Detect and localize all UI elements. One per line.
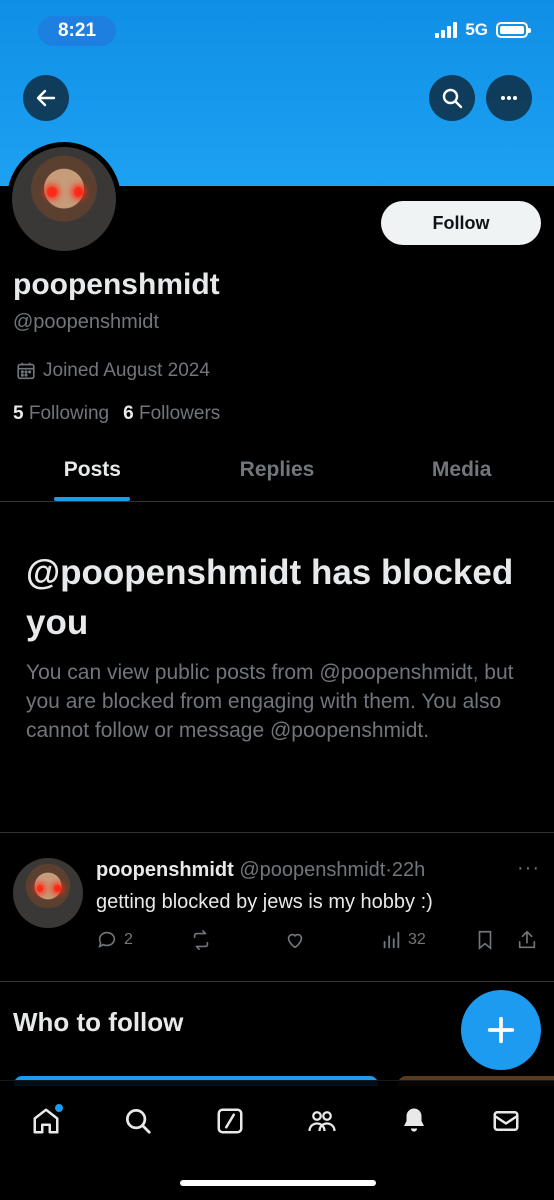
- tab-posts[interactable]: Posts: [0, 440, 185, 501]
- back-button[interactable]: [23, 75, 69, 121]
- nav-home[interactable]: [26, 1101, 66, 1141]
- bookmark-button[interactable]: [474, 929, 496, 951]
- share-button[interactable]: [516, 929, 538, 951]
- following-label: Following: [28, 403, 110, 424]
- search-icon: [442, 88, 463, 109]
- profile-avatar[interactable]: [7, 142, 121, 256]
- views-count: 32: [408, 931, 426, 948]
- retweet-icon: [193, 930, 209, 950]
- search-button[interactable]: [429, 75, 475, 121]
- post-item[interactable]: poopenshmidt @poopenshmidt·22h ··· getti…: [0, 845, 554, 981]
- grok-icon: [217, 1108, 243, 1134]
- network-label: 5G: [465, 20, 488, 39]
- nav-grok[interactable]: [210, 1101, 250, 1141]
- more-icon: [501, 96, 517, 100]
- following-link[interactable]: 5 Following: [13, 403, 109, 425]
- bell-icon: [404, 1108, 424, 1132]
- nav-communities[interactable]: [302, 1101, 342, 1141]
- who-to-follow-title: Who to follow: [13, 1007, 184, 1037]
- status-indicators: 5G: [435, 20, 531, 40]
- arrow-left-icon: [36, 89, 56, 107]
- post-avatar[interactable]: [13, 858, 83, 928]
- calendar-icon: [17, 362, 35, 380]
- views-button[interactable]: 32: [380, 929, 426, 951]
- like-button[interactable]: [284, 929, 306, 951]
- mail-icon: [493, 1111, 519, 1131]
- post-author-name[interactable]: poopenshmidt: [96, 859, 234, 881]
- post-header: poopenshmidt @poopenshmidt·22h: [96, 859, 425, 882]
- tab-media[interactable]: Media: [369, 440, 554, 501]
- followers-count: 6: [123, 403, 134, 424]
- status-time: 8:21: [38, 16, 116, 46]
- divider: [0, 981, 554, 982]
- blocked-message: You can view public posts from @poopensh…: [26, 661, 514, 742]
- post-handle-time: @poopenshmidt·22h: [239, 859, 426, 881]
- home-badge: [55, 1104, 63, 1112]
- followers-link[interactable]: 6 Followers: [123, 403, 220, 425]
- more-button[interactable]: [486, 75, 532, 121]
- battery-icon: [496, 22, 531, 38]
- post-actions: 2 32: [96, 929, 542, 955]
- joined-label: Joined August 2024: [43, 360, 210, 381]
- joined-date: Joined August 2024: [15, 360, 210, 382]
- followers-label: Followers: [138, 403, 221, 424]
- following-count: 5: [13, 403, 24, 424]
- post-text: getting blocked by jews is my hobby :): [96, 891, 433, 913]
- plus-icon: [487, 1016, 515, 1044]
- people-icon: [308, 1111, 336, 1132]
- blocked-title: @poopenshmidt has blocked you: [26, 553, 514, 642]
- follow-button[interactable]: Follow: [381, 201, 541, 245]
- bar-chart-icon: [383, 931, 400, 949]
- heart-icon: [287, 933, 303, 949]
- follow-stats: 5 Following 6 Followers: [13, 403, 220, 425]
- status-bar: 8:21 5G: [0, 0, 554, 62]
- divider: [0, 832, 554, 833]
- compose-button[interactable]: [461, 990, 541, 1070]
- profile-display-name: poopenshmidt: [13, 268, 220, 301]
- profile-tabs: Posts Replies Media: [0, 440, 554, 502]
- share-icon: [518, 930, 536, 949]
- profile-handle: @poopenshmidt: [13, 311, 159, 333]
- signal-icon: [435, 22, 458, 38]
- reply-count: 2: [124, 931, 133, 948]
- home-indicator: [180, 1180, 376, 1186]
- reply-button[interactable]: 2: [96, 929, 133, 951]
- comment-icon: [98, 931, 116, 948]
- post-more-button[interactable]: ···: [517, 857, 540, 880]
- search-icon: [126, 1109, 151, 1134]
- nav-search[interactable]: [118, 1101, 158, 1141]
- tab-replies[interactable]: Replies: [185, 440, 370, 501]
- retweet-button[interactable]: [190, 929, 212, 951]
- nav-messages[interactable]: [486, 1101, 526, 1141]
- nav-notifications[interactable]: [394, 1101, 434, 1141]
- bookmark-icon: [478, 930, 492, 951]
